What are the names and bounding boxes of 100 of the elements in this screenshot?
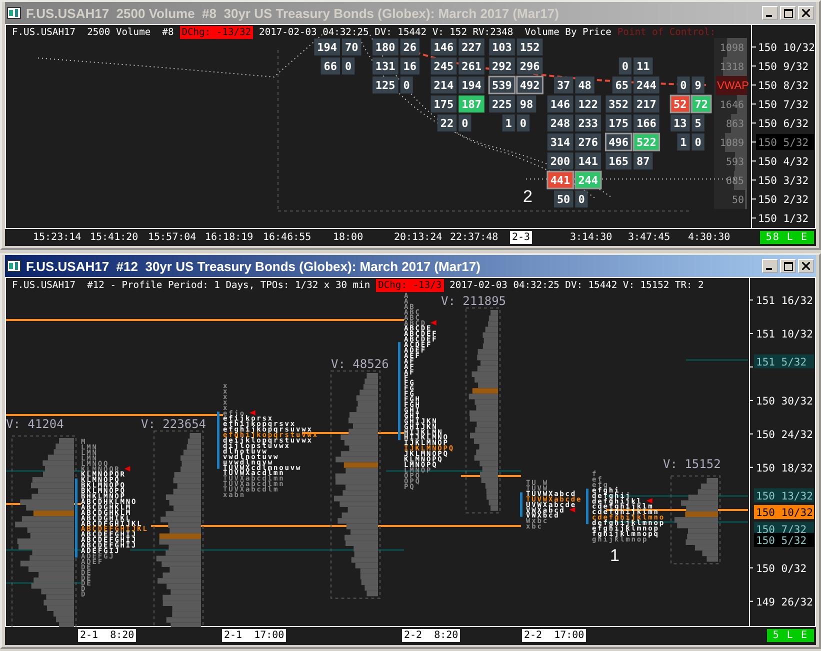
maximize-icon bbox=[784, 262, 792, 270]
bid-volume-cell: 1 bbox=[677, 134, 690, 150]
bid-volume-cell: 180 bbox=[372, 38, 398, 56]
close-button[interactable] bbox=[798, 259, 814, 273]
time-label: 15:23:14 bbox=[33, 231, 82, 244]
bid-volume-cell: 175 bbox=[430, 96, 457, 112]
triangle-marker-icon bbox=[124, 466, 130, 472]
ask-volume-cell: 5 bbox=[692, 114, 704, 132]
ask-volume-cell: 233 bbox=[575, 114, 601, 132]
volume-total-label: V: 15152 bbox=[663, 457, 721, 471]
chart-header-text: DChg: -13/3 bbox=[376, 279, 444, 292]
time-label: 16:18:19 bbox=[205, 231, 254, 244]
ask-volume-cell: 217 bbox=[634, 96, 660, 112]
chart-label: 1 bbox=[610, 546, 620, 565]
price-label: 150 3/32 bbox=[750, 175, 809, 187]
triangle-marker-icon bbox=[430, 320, 436, 326]
value-area-bar bbox=[586, 488, 588, 524]
triangle-marker-icon bbox=[646, 498, 652, 504]
bid-volume-cell: 52 bbox=[670, 94, 691, 114]
triangle-marker-icon bbox=[249, 410, 256, 416]
chart-window-icon bbox=[7, 7, 21, 19]
volume-total-label: V: 223654 bbox=[141, 417, 206, 431]
price-label: 151 16/32 bbox=[748, 295, 813, 307]
ask-volume-cell: 0 bbox=[400, 76, 413, 94]
ask-volume-cell: 0 bbox=[458, 114, 472, 132]
price-label: 150 18/32 bbox=[748, 462, 813, 474]
triangle-marker-icon bbox=[569, 507, 576, 512]
ask-volume-cell: 141 bbox=[575, 152, 601, 170]
time-label: 16:46:55 bbox=[263, 231, 312, 244]
maximize-icon bbox=[784, 8, 792, 18]
price-label: 150 1/32 bbox=[750, 213, 809, 225]
bid-volume-cell: 441 bbox=[546, 170, 574, 190]
bid-volume-cell: 352 bbox=[606, 96, 632, 112]
value-area-bar bbox=[520, 492, 522, 517]
price-label: 150 30/32 bbox=[748, 395, 813, 408]
time-label: 4:30:30 bbox=[688, 231, 730, 244]
ask-volume-cell: 0 bbox=[692, 134, 704, 150]
price-label: 149 26/32 bbox=[748, 596, 813, 608]
volume-value: 1098 bbox=[720, 43, 744, 54]
bid-volume-cell: 22 bbox=[437, 114, 457, 132]
minimize-button[interactable] bbox=[762, 259, 778, 273]
ask-volume-cell: 194 bbox=[458, 76, 484, 94]
bid-volume-cell: 13 bbox=[670, 114, 690, 132]
session-label: 2-2 8:20 bbox=[402, 629, 460, 642]
bid-volume-cell: 131 bbox=[372, 58, 398, 74]
bid-volume-cell: 66 bbox=[320, 58, 340, 74]
bid-volume-cell: 496 bbox=[604, 132, 632, 152]
time-label: 3:47:45 bbox=[628, 231, 670, 244]
maximize-button[interactable] bbox=[780, 259, 796, 273]
ask-volume-cell: 522 bbox=[632, 132, 660, 152]
ask-volume-cell: 48 bbox=[575, 76, 594, 94]
bid-volume-cell: 225 bbox=[489, 96, 515, 112]
ask-volume-cell: 0 bbox=[342, 58, 355, 74]
ask-volume-cell: 72 bbox=[691, 94, 712, 114]
ask-volume-cell: 0 bbox=[575, 190, 588, 208]
ask-volume-cell: 261 bbox=[458, 58, 484, 74]
bid-volume-cell: 314 bbox=[547, 134, 574, 150]
volume-value: 1089 bbox=[720, 138, 744, 149]
price-label: 150 4/32 bbox=[750, 156, 809, 168]
ask-volume-cell: 244 bbox=[574, 170, 602, 190]
ask-volume-cell: 227 bbox=[458, 38, 484, 56]
vwap-label: VWAP bbox=[717, 80, 749, 92]
time-label: 20:13:24 bbox=[394, 231, 442, 244]
chart-header-text: Point of Control: bbox=[617, 26, 716, 39]
price-label: 151 5/32 bbox=[754, 354, 814, 368]
ask-volume-cell: 87 bbox=[634, 152, 653, 170]
chart-header-text: 2017-02-03 04:32:25 DV: 15442 V: 152 RV:2348 Volume By Price bbox=[259, 26, 612, 39]
bid-volume-cell: 50 bbox=[554, 190, 574, 208]
volume-value: 593 bbox=[726, 157, 744, 168]
price-level-line bbox=[461, 475, 521, 477]
bid-volume-cell: 103 bbox=[489, 38, 515, 56]
connection-status: 5 L E bbox=[766, 629, 814, 642]
time-label: 3:14:30 bbox=[570, 231, 612, 244]
time-label: 22:37:48 bbox=[450, 231, 498, 244]
volume-value: 685 bbox=[726, 176, 744, 187]
price-label: 150 5/32 bbox=[750, 134, 814, 150]
bid-volume-cell: 1 bbox=[502, 114, 515, 132]
bid-volume-cell: 0 bbox=[677, 76, 690, 94]
window-title: F.US.USAH17 #12 30yr US Treasury Bonds (Globex): March 2017 (Mar17) bbox=[26, 258, 482, 274]
bid-volume-cell: 146 bbox=[430, 38, 457, 56]
ask-volume-cell: 187 bbox=[458, 96, 484, 112]
ask-volume-cell: 492 bbox=[516, 76, 544, 94]
volume-total-label: V: 211895 bbox=[441, 294, 506, 308]
bid-volume-cell: 146 bbox=[547, 96, 574, 112]
volume-value: 1646 bbox=[720, 100, 744, 111]
volume-total-label: V: 41204 bbox=[6, 417, 64, 431]
bid-volume-cell: 245 bbox=[430, 58, 457, 74]
price-label: 150 2/32 bbox=[750, 194, 809, 206]
time-label: 18:00 bbox=[333, 231, 364, 244]
time-label: 2-3 bbox=[510, 231, 532, 244]
time-label: 15:41:20 bbox=[90, 231, 138, 244]
session-label: 2-1 8:20 bbox=[78, 629, 136, 642]
price-label: 150 7/32 bbox=[750, 99, 809, 111]
bid-volume-cell: 539 bbox=[488, 76, 516, 94]
bid-volume-cell: 175 bbox=[606, 114, 632, 132]
time-label: 15:57:04 bbox=[148, 231, 196, 244]
chart-header-text: DChg: -13/32 bbox=[180, 26, 254, 39]
ask-volume-cell: 0 bbox=[516, 114, 530, 132]
price-label: 150 8/32 bbox=[750, 80, 809, 92]
ask-volume-cell: 26 bbox=[400, 38, 420, 56]
